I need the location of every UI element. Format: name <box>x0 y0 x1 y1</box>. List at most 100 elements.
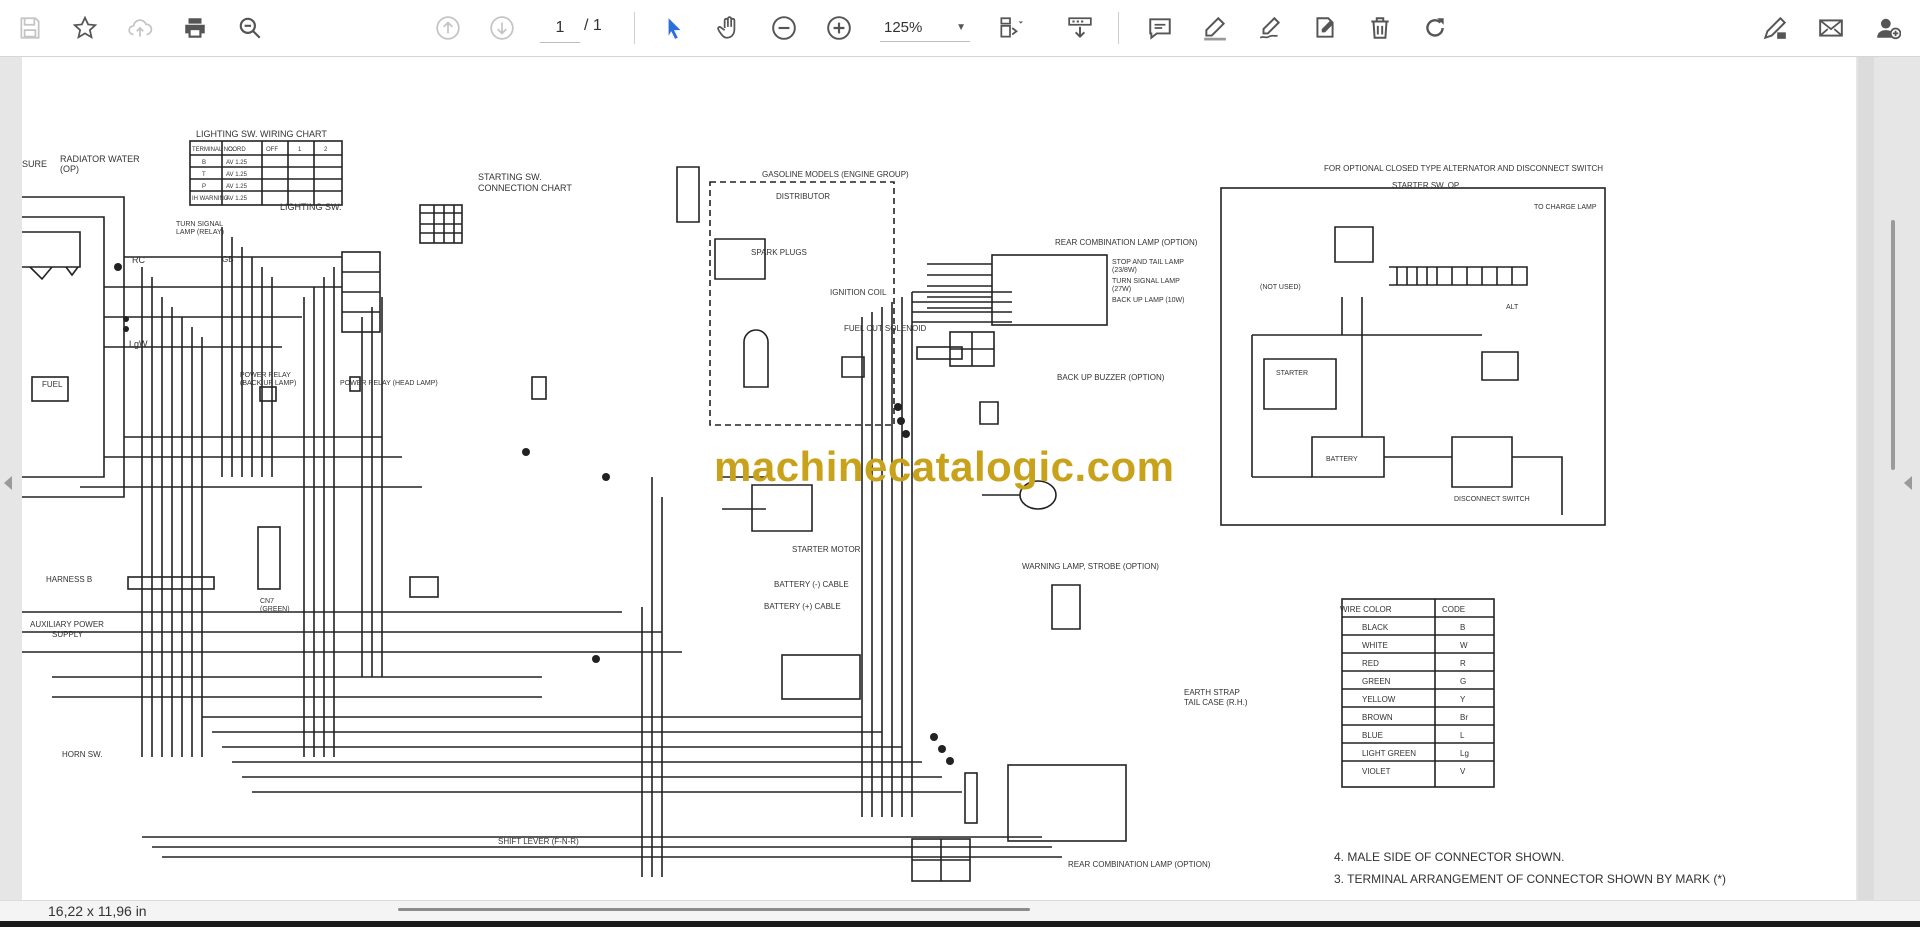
color-row-code: R <box>1460 659 1466 668</box>
cloud-upload-icon[interactable] <box>122 10 158 46</box>
label-gb: GB <box>222 255 234 264</box>
watermark-text: machinecatalogic.com <box>714 443 1175 490</box>
zoom-in-icon[interactable] <box>821 10 857 46</box>
color-row-name: RED <box>1362 659 1379 668</box>
color-table-head-code: CODE <box>1442 605 1465 614</box>
scroll-mode-icon[interactable] <box>1062 10 1098 46</box>
label-warning-lamp: WARNING LAMP, STROBE (OPTION) <box>1022 562 1159 571</box>
label-battery: BATTERY <box>1326 456 1358 463</box>
color-row-name: GREEN <box>1362 677 1391 686</box>
zoom-select[interactable]: 125% ▼ <box>880 14 970 42</box>
page-up-icon[interactable] <box>430 10 466 46</box>
label-stop-tail-w: (23/8W) <box>1112 267 1137 274</box>
label-starter-motor: STARTER MOTOR <box>792 545 861 554</box>
select-cursor-icon[interactable] <box>656 10 692 46</box>
add-user-icon[interactable] <box>1870 10 1906 46</box>
save-icon[interactable] <box>12 10 48 46</box>
label-ignition-coil: IGNITION COIL <box>830 288 887 297</box>
horizontal-scroll-thumb[interactable] <box>398 908 1030 911</box>
left-panel-toggle-icon[interactable] <box>4 476 12 490</box>
page-size-readout: 16,22 x 11,96 in <box>48 903 147 919</box>
label-lamp-relay: LAMP (RELAY) <box>176 229 224 236</box>
rotate-icon[interactable] <box>1417 10 1453 46</box>
hand-icon[interactable] <box>711 10 747 46</box>
stamp-icon[interactable] <box>1307 10 1343 46</box>
label-fuel: FUEL <box>42 380 63 389</box>
color-row-code: V <box>1460 767 1466 776</box>
label-horn-sw: HORN SW. <box>62 750 102 759</box>
lighting-chart-col: 2 <box>324 147 328 153</box>
label-turn-lamp: TURN SIGNAL LAMP <box>1112 278 1180 285</box>
color-row-name: LIGHT GREEN <box>1362 749 1416 758</box>
lighting-chart-col: OFF <box>266 147 278 153</box>
color-row-name: YELLOW <box>1362 695 1396 704</box>
note-3: 3. TERMINAL ARRANGEMENT OF CONNECTOR SHO… <box>1334 872 1726 886</box>
taskbar-strip <box>0 921 1920 927</box>
trash-icon[interactable] <box>1362 10 1398 46</box>
print-icon[interactable] <box>177 10 213 46</box>
label-backup-lamp: BACK UP LAMP (10W) <box>1112 297 1185 304</box>
lighting-chart-cord: AV 1.25 <box>226 184 248 190</box>
label-optional-title: FOR OPTIONAL CLOSED TYPE ALTERNATOR AND … <box>1324 164 1603 173</box>
label-gasoline: GASOLINE MODELS (ENGINE GROUP) <box>762 170 909 179</box>
lighting-chart-col: CORD <box>228 147 246 153</box>
toolbar: / 1 125% ▼ <box>0 0 1920 57</box>
label-power-relay-back: POWER RELAY <box>240 372 291 379</box>
mail-icon[interactable] <box>1813 10 1849 46</box>
label-tail-case: TAIL CASE (R.H.) <box>1184 698 1248 707</box>
color-row-name: BLUE <box>1362 731 1383 740</box>
lighting-chart-cord: AV 1.25 <box>226 196 248 202</box>
color-row-code: Y <box>1460 695 1466 704</box>
label-battery-cable-plus: BATTERY (+) CABLE <box>764 602 841 611</box>
zoom-value: 125% <box>884 19 923 36</box>
label-starting-sw: STARTING SW. <box>478 172 542 182</box>
fit-page-icon[interactable] <box>992 10 1028 46</box>
label-stop-tail: STOP AND TAIL LAMP <box>1112 259 1184 266</box>
draw-icon[interactable] <box>1252 10 1288 46</box>
color-row-code: Br <box>1460 713 1468 722</box>
status-bar: 16,22 x 11,96 in <box>0 900 1920 922</box>
color-row-code: L <box>1460 731 1465 740</box>
page-number-input[interactable] <box>540 14 580 43</box>
lighting-chart-title: LIGHTING SW. WIRING CHART <box>196 129 327 139</box>
label-green: (GREEN) <box>260 606 290 613</box>
vertical-scrollbar[interactable] <box>1858 57 1874 900</box>
page-total: / 1 <box>584 17 602 34</box>
label-distributor: DISTRIBUTOR <box>776 192 830 201</box>
label-sure: SURE <box>22 159 47 169</box>
label-rear-combo-bottom: REAR COMBINATION LAMP (OPTION) <box>1068 860 1211 869</box>
label-starter-sw: STARTER SW. OP <box>1392 181 1459 190</box>
label-lighting-sw: LIGHTING SW. <box>280 202 342 212</box>
label-rear-combo-top: REAR COMBINATION LAMP (OPTION) <box>1055 238 1198 247</box>
label-backup-buzzer: BACK UP BUZZER (OPTION) <box>1057 373 1165 382</box>
label-lgw: LgW <box>129 339 148 349</box>
color-row-name: WHITE <box>1362 641 1388 650</box>
color-row-name: VIOLET <box>1362 767 1391 776</box>
wire-color-table: BLACK B WHITE W RED R GREEN G YELLOW Y BROWN B… <box>1362 623 1469 776</box>
label-radiator-op: (OP) <box>60 164 79 174</box>
lighting-chart-terminal: T <box>202 172 206 178</box>
label-fuel-cut: FUEL CUT SOLENOID <box>844 324 926 333</box>
label-disconnect: DISCONNECT SWITCH <box>1454 496 1530 503</box>
label-to-charge: TO CHARGE LAMP <box>1534 204 1597 211</box>
label-power-relay-back2: (BACK UP LAMP) <box>240 380 296 387</box>
right-panel-toggle-icon[interactable] <box>1904 476 1912 490</box>
label-turn-lamp-w: (27W) <box>1112 286 1131 293</box>
label-alt: ALT <box>1506 304 1519 311</box>
highlight-pen-icon[interactable] <box>1197 10 1233 46</box>
zoom-out-icon[interactable] <box>766 10 802 46</box>
page-down-icon[interactable] <box>484 10 520 46</box>
star-icon[interactable] <box>67 10 103 46</box>
edit-link-icon[interactable] <box>1757 10 1793 46</box>
label-supply: SUPPLY <box>52 630 84 639</box>
label-starter: STARTER <box>1276 370 1308 377</box>
lighting-chart-terminal: IH WARNING <box>192 196 229 202</box>
label-spark-plugs: SPARK PLUGS <box>751 248 807 257</box>
comment-icon[interactable] <box>1142 10 1178 46</box>
label-rc: RC <box>132 255 145 265</box>
vertical-scroll-thumb[interactable] <box>1891 220 1895 470</box>
label-earth-strap: EARTH STRAP <box>1184 688 1240 697</box>
chevron-down-icon: ▼ <box>956 22 966 33</box>
zoom-search-icon[interactable] <box>232 10 268 46</box>
color-row-code: B <box>1460 623 1465 632</box>
